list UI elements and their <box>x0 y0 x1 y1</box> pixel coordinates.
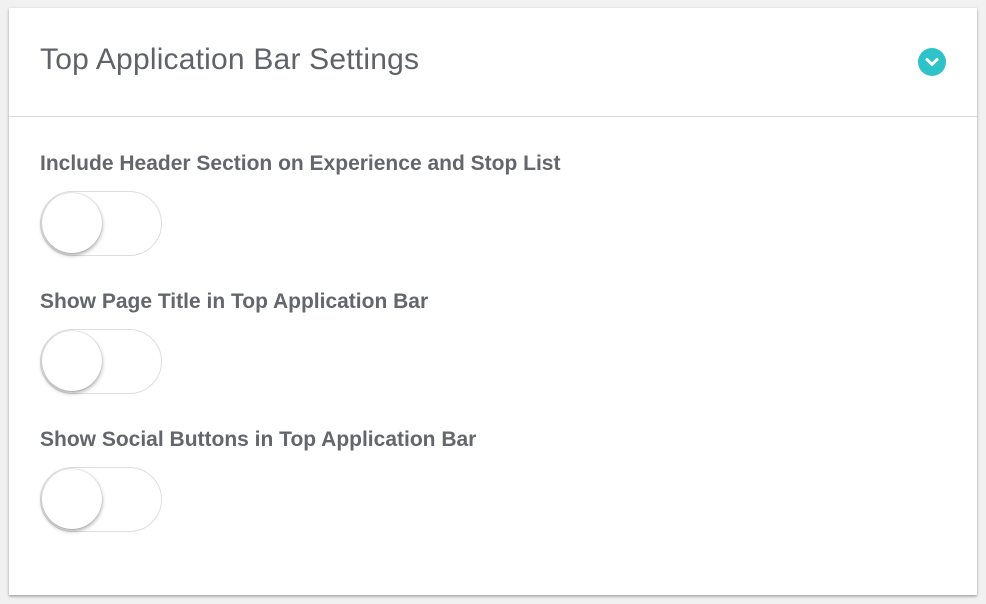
toggle-knob <box>42 193 102 253</box>
show-social-buttons-toggle[interactable] <box>40 467 162 532</box>
toggle-knob <box>42 331 102 391</box>
panel-header[interactable]: Top Application Bar Settings <box>9 8 977 117</box>
setting-include-header-section: Include Header Section on Experience and… <box>40 151 560 256</box>
settings-panel: Top Application Bar Settings Include Hea… <box>9 8 977 595</box>
setting-label: Include Header Section on Experience and… <box>40 152 561 175</box>
toggle-knob <box>42 469 102 529</box>
setting-show-social-buttons: Show Social Buttons in Top Application B… <box>40 427 476 532</box>
panel-title: Top Application Bar Settings <box>40 43 420 76</box>
setting-label: Show Social Buttons in Top Application B… <box>40 428 477 451</box>
chevron-down-icon <box>925 57 939 67</box>
show-page-title-toggle[interactable] <box>40 329 162 394</box>
collapse-toggle-button[interactable] <box>918 48 946 76</box>
setting-show-page-title: Show Page Title in Top Application Bar <box>40 289 428 394</box>
include-header-section-toggle[interactable] <box>40 191 162 256</box>
setting-label: Show Page Title in Top Application Bar <box>40 290 429 313</box>
